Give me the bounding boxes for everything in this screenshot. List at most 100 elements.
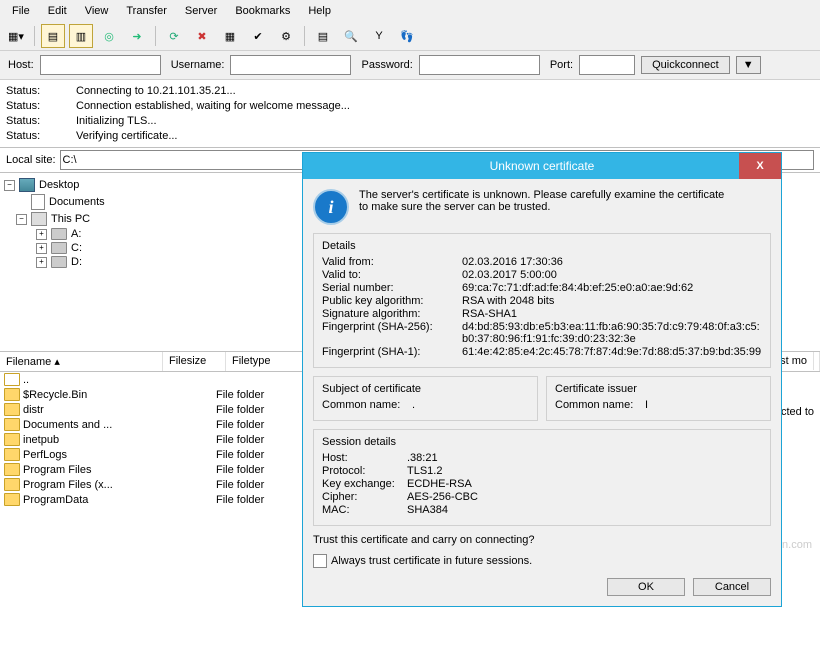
valid-to-value: 02.03.2017 5:00:00 [462,269,762,281]
menu-view[interactable]: View [77,3,117,19]
menubar: File Edit View Transfer Server Bookmarks… [0,0,820,22]
refresh-icon[interactable]: ⟳ [162,24,186,48]
always-trust-label: Always trust certificate in future sessi… [331,555,532,567]
always-trust-checkbox[interactable]: Always trust certificate in future sessi… [313,554,771,568]
fp256-label: Fingerprint (SHA-256): [322,321,462,345]
menu-edit[interactable]: Edit [40,3,75,19]
disconnect-icon[interactable]: ▦ [218,24,242,48]
col-filesize[interactable]: Filesize [163,352,226,371]
checkbox-icon[interactable] [313,554,327,568]
pc-icon [31,212,47,226]
issuer-legend: Certificate issuer [555,383,762,395]
issuer-group: Certificate issuer Common name:I [546,376,771,421]
collapse-icon[interactable]: − [16,214,27,225]
sa-value: RSA-SHA1 [462,308,762,320]
tree-desktop[interactable]: Desktop [39,179,79,191]
file-name: inetpub [23,434,59,446]
tree-drive[interactable]: A: [71,228,81,240]
tree-drive[interactable]: D: [71,256,82,268]
tree-thispc[interactable]: This PC [51,213,90,225]
password-label: Password: [361,59,412,71]
quickconnect-bar: Host: Username: Password: Port: Quickcon… [0,51,820,80]
expand-icon[interactable]: + [36,243,47,254]
subject-group: Subject of certificate Common name:. [313,376,538,421]
toolbar-icon[interactable]: ➜ [125,24,149,48]
toolbar-icon[interactable]: ▥ [69,24,93,48]
cancel-button[interactable]: Cancel [693,578,771,596]
quickconnect-dropdown[interactable]: ▼ [736,56,761,74]
subject-legend: Subject of certificate [322,383,529,395]
log-message: Connecting to 10.21.101.35.21... [76,84,236,99]
host-input[interactable] [40,55,161,75]
folder-icon [4,463,20,476]
compare-icon[interactable]: 👣 [395,24,419,48]
session-legend: Session details [322,436,762,448]
log-message: Verifying certificate... [76,129,178,144]
proto-label: Protocol: [322,465,407,477]
expand-icon[interactable]: + [36,257,47,268]
menu-transfer[interactable]: Transfer [118,3,175,19]
log-status-label: Status: [6,114,76,129]
details-legend: Details [322,240,762,252]
toolbar-icon[interactable]: ▤ [311,24,335,48]
dialog-titlebar[interactable]: Unknown certificate X [303,153,781,179]
file-name: Program Files [23,464,91,476]
file-name: Program Files (x... [23,479,113,491]
dialog-title: Unknown certificate [490,159,595,173]
password-input[interactable] [419,55,540,75]
host-label: Host: [322,452,407,464]
separator [155,26,156,46]
folder-icon [4,493,20,506]
cipher-value: AES-256-CBC [407,491,762,503]
quickconnect-button[interactable]: Quickconnect [641,56,730,74]
menu-help[interactable]: Help [300,3,339,19]
tree-drive[interactable]: C: [71,242,82,254]
port-input[interactable] [579,55,635,75]
cipher-label: Cipher: [322,491,407,503]
expand-icon[interactable]: + [36,229,47,240]
folder-icon [4,418,20,431]
tree-documents[interactable]: Documents [49,196,105,208]
menu-server[interactable]: Server [177,3,225,19]
log-status-label: Status: [6,99,76,114]
toolbar-icon[interactable]: 🔍 [339,24,363,48]
toolbar: ▦▾ ▤ ▥ ◎ ➜ ⟳ ✖ ▦ ✔ ⚙ ▤ 🔍 Y 👣 [0,22,820,51]
serial-value: 69:ca:7c:71:df:ad:fe:84:4b:ef:25:e0:a0:a… [462,282,762,294]
menu-bookmarks[interactable]: Bookmarks [227,3,298,19]
sa-label: Signature algorithm: [322,308,462,320]
col-filename[interactable]: Filename [6,356,51,368]
fp256-value: d4:bd:85:93:db:e5:b3:ea:11:fb:a6:90:35:7… [462,321,762,345]
folder-icon [4,373,20,386]
filter-icon[interactable]: Y [367,24,391,48]
menu-file[interactable]: File [4,3,38,19]
log-status-label: Status: [6,84,76,99]
cancel-icon[interactable]: ✖ [190,24,214,48]
close-button[interactable]: X [739,153,781,179]
collapse-icon[interactable]: − [4,180,15,191]
file-name: PerfLogs [23,449,67,461]
info-icon: i [313,189,349,225]
message-log[interactable]: Status:Connecting to 10.21.101.35.21...S… [0,80,820,148]
fp1-label: Fingerprint (SHA-1): [322,346,462,358]
server-dropdown-icon[interactable]: ▦▾ [4,24,28,48]
valid-from-value: 02.03.2016 17:30:36 [462,256,762,268]
toolbar-icon[interactable]: ◎ [97,24,121,48]
fp1-value: 61:4e:42:85:e4:2c:45:78:7f:87:4d:9e:7d:8… [462,346,762,358]
local-site-label: Local site: [6,154,56,166]
session-group: Session details Host:.38:21 Protocol:TLS… [313,429,771,526]
folder-icon [4,403,20,416]
toolbar-icon[interactable]: ⚙ [274,24,298,48]
ok-button[interactable]: OK [607,578,685,596]
username-label: Username: [171,59,225,71]
kex-value: ECDHE-RSA [407,478,762,490]
issuer-cn-value: I [645,399,762,411]
parent-dir[interactable]: .. [23,374,29,386]
username-input[interactable] [230,55,351,75]
reconnect-icon[interactable]: ✔ [246,24,270,48]
toolbar-icon[interactable]: ▤ [41,24,65,48]
folder-icon [4,388,20,401]
host-value: .38:21 [407,452,762,464]
log-message: Connection established, waiting for welc… [76,99,350,114]
desktop-icon [19,178,35,192]
unknown-certificate-dialog: Unknown certificate X i The server's cer… [302,152,782,607]
